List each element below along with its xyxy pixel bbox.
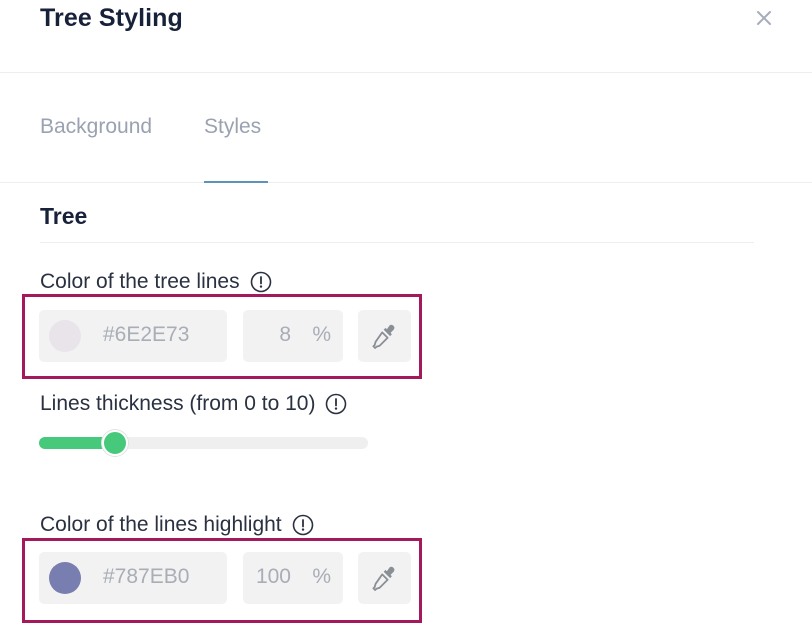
tree-lines-eyedropper-button[interactable] bbox=[358, 310, 411, 362]
tree-lines-color-input[interactable]: #6E2E73 bbox=[39, 310, 227, 362]
lines-highlight-color-swatch[interactable] bbox=[49, 562, 81, 594]
lines-highlight-color-label: Color of the lines highlight bbox=[40, 513, 314, 537]
thickness-label-text: Lines thickness (from 0 to 10) bbox=[40, 392, 316, 415]
tab-bar: Background Styles bbox=[0, 73, 812, 183]
thickness-slider-thumb[interactable] bbox=[101, 430, 128, 456]
section-divider bbox=[40, 242, 754, 243]
tree-lines-color-label-text: Color of the tree lines bbox=[40, 270, 240, 293]
eyedropper-icon bbox=[372, 324, 395, 349]
tab-background[interactable]: Background bbox=[40, 115, 152, 139]
lines-highlight-hex-value: #787EB0 bbox=[103, 565, 190, 588]
tree-lines-color-swatch[interactable] bbox=[49, 320, 81, 352]
lines-highlight-color-label-text: Color of the lines highlight bbox=[40, 513, 282, 536]
section-title: Tree bbox=[40, 203, 88, 229]
lines-highlight-opacity-input[interactable]: 100 % bbox=[243, 552, 343, 604]
percent-symbol: % bbox=[312, 565, 331, 588]
tree-lines-hex-value: #6E2E73 bbox=[103, 323, 190, 346]
info-icon[interactable] bbox=[325, 393, 347, 415]
lines-highlight-color-input[interactable]: #787EB0 bbox=[39, 552, 227, 604]
thickness-slider[interactable] bbox=[39, 430, 368, 456]
info-icon[interactable] bbox=[292, 514, 314, 536]
tree-lines-color-label: Color of the tree lines bbox=[40, 270, 272, 294]
lines-highlight-eyedropper-button[interactable] bbox=[358, 552, 411, 604]
dialog-title: Tree Styling bbox=[40, 4, 183, 32]
tree-lines-opacity-input[interactable]: 8 % bbox=[243, 310, 343, 362]
dialog-header: Tree Styling bbox=[0, 0, 812, 73]
close-icon[interactable] bbox=[752, 6, 776, 30]
percent-symbol: % bbox=[312, 323, 331, 346]
tree-lines-opacity-value: 8 bbox=[279, 323, 291, 346]
active-tab-indicator bbox=[204, 181, 268, 183]
info-icon[interactable] bbox=[250, 271, 272, 293]
lines-highlight-opacity-value: 100 bbox=[255, 565, 291, 588]
tab-styles[interactable]: Styles bbox=[204, 115, 261, 139]
thickness-label: Lines thickness (from 0 to 10) bbox=[40, 392, 347, 416]
eyedropper-icon bbox=[372, 566, 395, 591]
